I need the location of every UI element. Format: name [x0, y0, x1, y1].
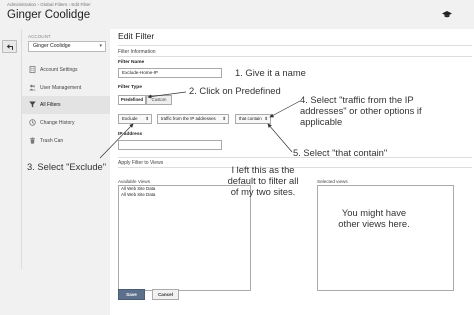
annotation-arrows: [99, 91, 301, 159]
